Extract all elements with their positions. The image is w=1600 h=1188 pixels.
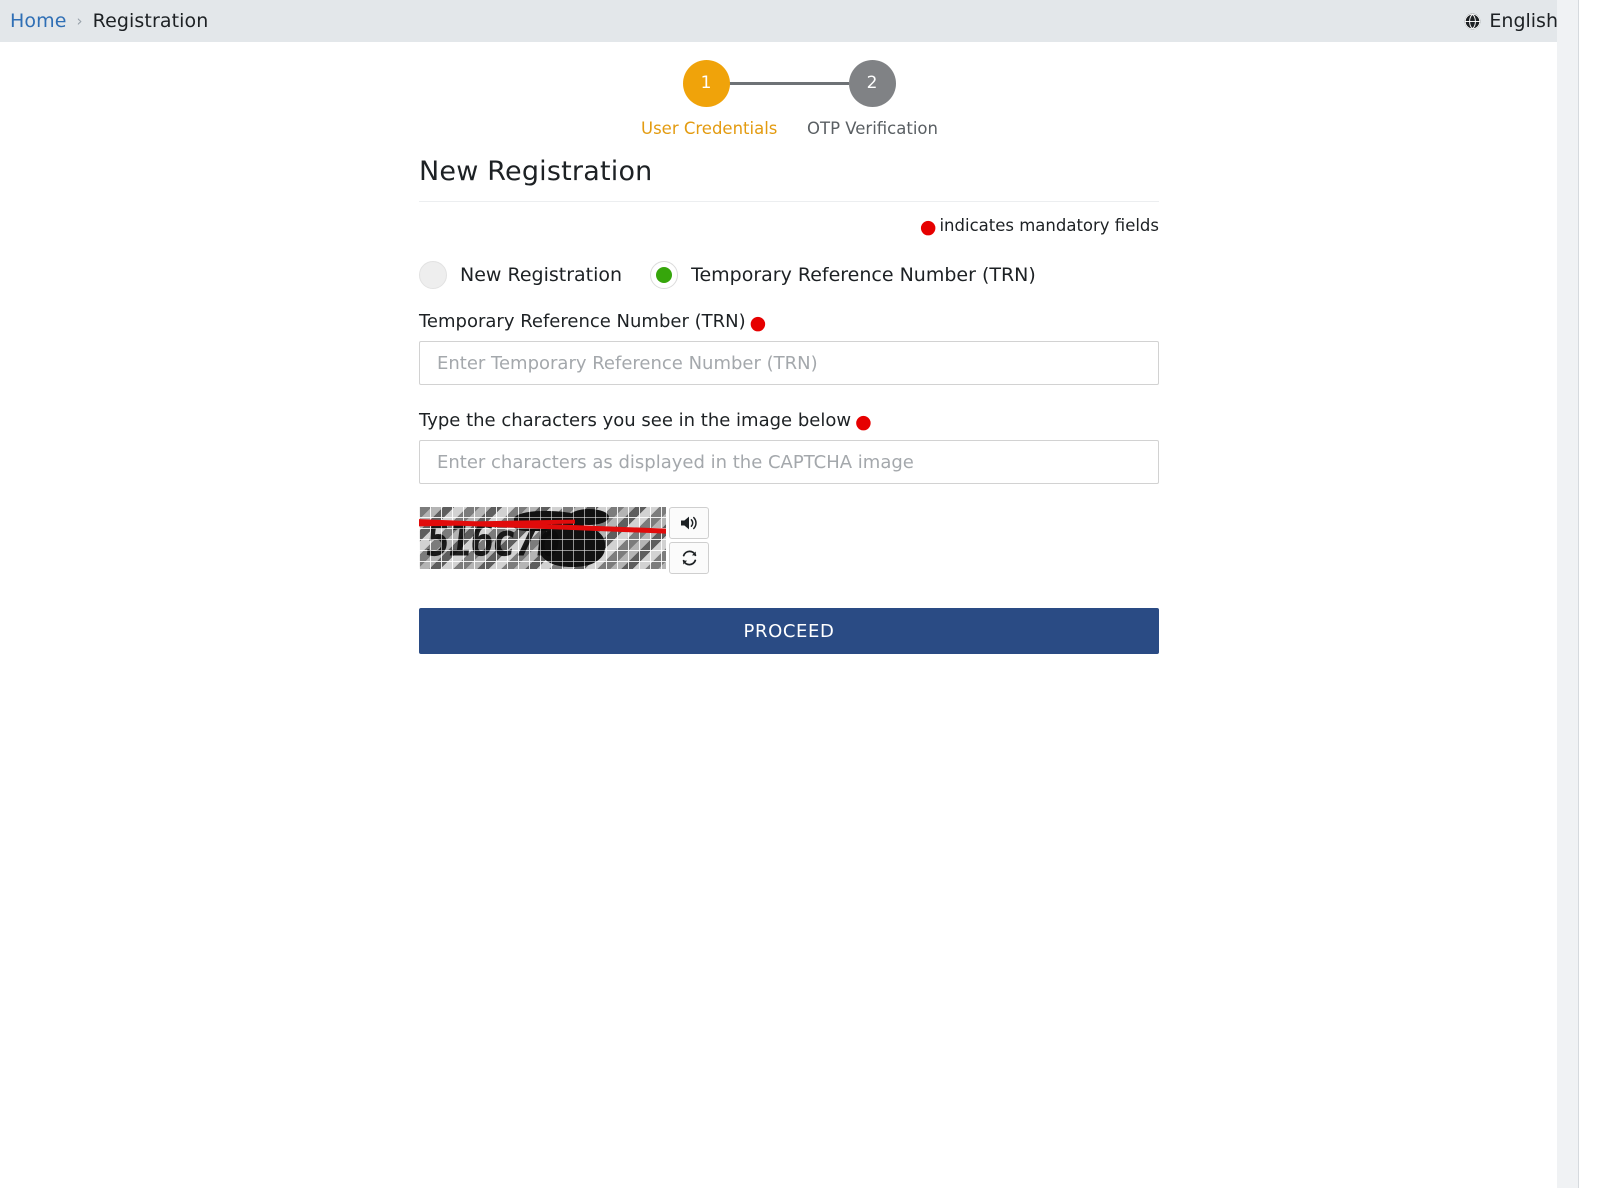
captcha-input[interactable] [419,440,1159,484]
progress-stepper: 1 User Credentials 2 OTP Verification [0,60,1578,148]
trn-field-label-text: Temporary Reference Number (TRN) [419,311,746,332]
captcha-required-marker-icon: ● [855,411,872,433]
captcha-audio-button[interactable] [669,507,709,539]
stepper-step-1-label: User Credentials [641,119,778,138]
captcha-field-label: Type the characters you see in the image… [419,410,1159,433]
page-title: New Registration [419,156,653,187]
top-bar: Home › Registration English [0,0,1578,42]
trn-required-marker-icon: ● [749,312,767,334]
stepper-step-user-credentials[interactable]: 1 User Credentials [641,60,778,138]
breadcrumb-home-link[interactable]: Home [10,10,67,32]
radio-trn-selected-dot [656,267,673,283]
captcha-row: 516c7b [419,507,1159,574]
radio-new-registration-label: New Registration [460,264,623,286]
radio-new-registration-circle[interactable] [419,261,447,289]
speaker-icon [679,514,699,532]
stepper-connector [729,82,849,85]
scrollbar-gutter[interactable] [1557,0,1578,1188]
stepper-step-otp-verification[interactable]: 2 OTP Verification [807,60,938,138]
radio-option-new-registration[interactable]: New Registration [419,261,622,289]
breadcrumb-current: Registration [92,10,209,32]
mandatory-fields-note: ● indicates mandatory fields [419,216,1159,238]
registration-panel: New Registration ● indicates mandatory fi… [419,156,1159,654]
captcha-refresh-button[interactable] [669,542,709,574]
trn-field-group: Temporary Reference Number (TRN) ● [419,311,1159,404]
language-label: English [1489,10,1558,32]
page-root: Home › Registration English 1 User Crede… [0,0,1579,1188]
captcha-field-label-text: Type the characters you see in the image… [419,410,852,431]
trn-field-label: Temporary Reference Number (TRN) ● [419,311,1159,334]
globe-icon [1464,13,1481,30]
radio-trn-circle[interactable] [650,261,679,289]
trn-input[interactable] [419,341,1159,385]
mandatory-note-text: indicates mandatory fields [939,216,1159,235]
proceed-button[interactable]: PROCEED [419,608,1159,654]
registration-type-radio-group: New Registration Temporary Reference Num… [419,261,1159,289]
captcha-image: 516c7b [419,507,666,569]
captcha-buttons [669,507,709,574]
refresh-icon [680,549,699,567]
language-selector[interactable]: English [1464,10,1560,32]
breadcrumb: Home › Registration [10,10,208,32]
stepper-step-1-number: 1 [682,60,730,107]
required-marker-icon: ● [919,216,937,238]
radio-trn-label: Temporary Reference Number (TRN) [691,264,1036,286]
breadcrumb-separator-icon: › [76,12,83,30]
stepper-step-2-number: 2 [848,60,896,107]
captcha-field-group: Type the characters you see in the image… [419,410,1159,503]
stepper-step-2-label: OTP Verification [807,119,938,138]
captcha-grid-overlay [419,507,666,569]
radio-option-trn[interactable]: Temporary Reference Number (TRN) [650,261,1036,289]
title-divider [419,201,1159,202]
